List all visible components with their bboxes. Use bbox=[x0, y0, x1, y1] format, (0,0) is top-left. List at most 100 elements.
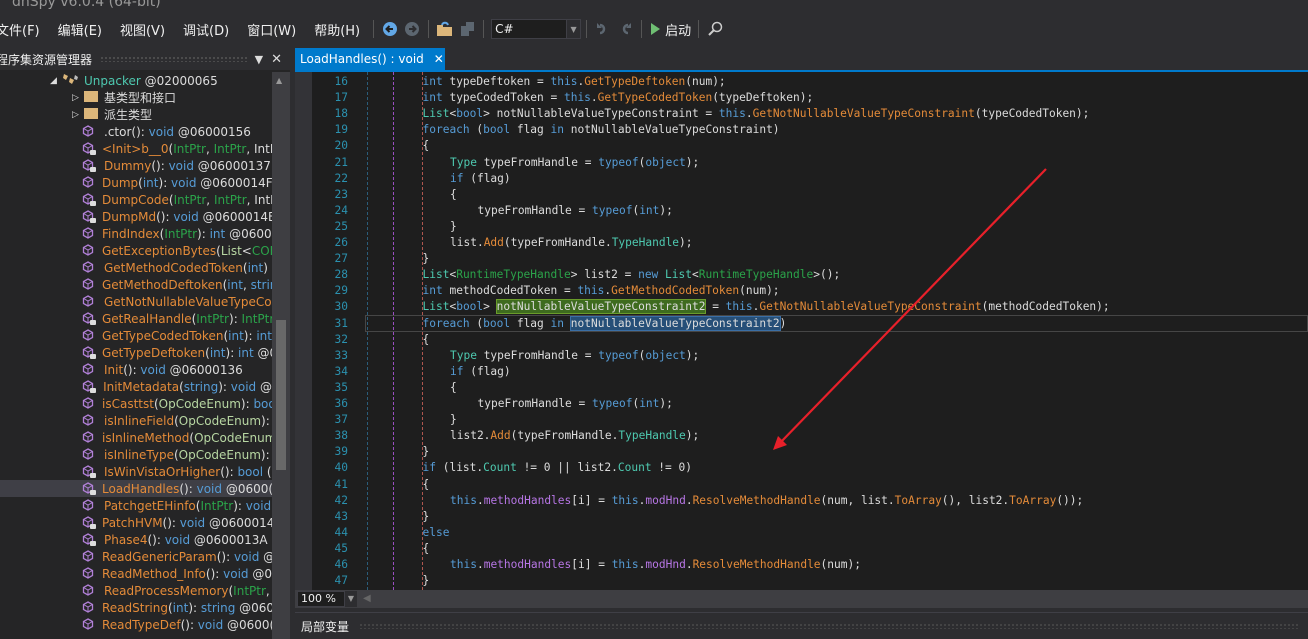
chevron-down-icon[interactable]: ▼ bbox=[566, 20, 581, 38]
code-line[interactable]: 21 Type typeFromHandle = typeof(object); bbox=[295, 155, 1308, 171]
menu-view[interactable]: 视图(V) bbox=[110, 20, 173, 39]
tree-member[interactable]: ReadTypeDef() : void @0600( bbox=[0, 616, 272, 633]
tree-member[interactable]: GetTypeCodedToken (int) : int bbox=[0, 327, 272, 344]
code-line[interactable]: 18 List<bool> notNullableValueTypeConstra… bbox=[295, 106, 1308, 122]
expanded-arrow-icon[interactable]: ◢ bbox=[50, 76, 62, 86]
menu-bar: 文件(F) 编辑(E) 视图(V) 调试(D) 窗口(W) 帮助(H) C# ▼… bbox=[0, 14, 1308, 44]
tree-folder[interactable]: ▷ 基类型和接口 bbox=[0, 89, 272, 106]
start-button[interactable]: 启动 bbox=[647, 18, 693, 40]
close-icon[interactable]: ✕ bbox=[271, 52, 282, 67]
language-select[interactable]: C# ▼ bbox=[491, 19, 582, 39]
back-icon[interactable] bbox=[379, 18, 401, 40]
code-line[interactable]: 33 Type typeFromHandle = typeof(object); bbox=[295, 348, 1308, 364]
code-line[interactable]: 23 { bbox=[295, 187, 1308, 203]
tree-member[interactable]: DumpMd() : void @0600014E bbox=[0, 208, 272, 225]
menu-file[interactable]: 文件(F) bbox=[0, 20, 48, 39]
scroll-left-icon[interactable]: ◀ bbox=[363, 593, 371, 604]
tree-member[interactable]: ReadString (int) : string @060 bbox=[0, 599, 272, 616]
tree-member[interactable]: FindIndex(IntPtr) : int @06000 bbox=[0, 225, 272, 242]
tab-loadhandles[interactable]: LoadHandles() : void ✕ bbox=[295, 48, 445, 70]
zoom-level[interactable]: 100 % bbox=[297, 591, 345, 607]
code-line[interactable]: 29 int methodCodedToken = this.GetMethodC… bbox=[295, 283, 1308, 299]
code-line[interactable]: 25} bbox=[295, 219, 1308, 235]
menu-debug[interactable]: 调试(D) bbox=[173, 20, 237, 39]
undo-icon[interactable] bbox=[592, 18, 614, 40]
code-line[interactable]: 46 this.methodHandles[i] = this.modHnd.Re… bbox=[295, 557, 1308, 573]
code-line[interactable]: 28 List<RuntimeTypeHandle> list2 = new Li… bbox=[295, 267, 1308, 283]
code-line[interactable]: 32 { bbox=[295, 332, 1308, 348]
tree-member[interactable]: Dump (int) : void @0600014F bbox=[0, 174, 272, 191]
code-line[interactable]: 27} bbox=[295, 251, 1308, 267]
code-line[interactable]: 26 list.Add(typeFromHandle.TypeHandle); bbox=[295, 235, 1308, 251]
save-all-icon[interactable] bbox=[456, 18, 478, 40]
code-line[interactable]: 31 foreach (bool flag in notNullableValue… bbox=[295, 315, 1308, 332]
code-line[interactable]: 35 { bbox=[295, 380, 1308, 396]
tree-member[interactable]: DumpCode(IntPtr, IntPtr, IntP bbox=[0, 191, 272, 208]
code-line[interactable]: 24 typeFromHandle = typeof(int); bbox=[295, 203, 1308, 219]
tree-member[interactable]: GetTypeDeftoken(int) : int @0 bbox=[0, 344, 272, 361]
code-line[interactable]: 39} bbox=[295, 444, 1308, 460]
tree-member[interactable]: ReadProcessMemory (IntPtr, bbox=[0, 582, 272, 599]
menu-edit[interactable]: 编辑(E) bbox=[48, 20, 110, 39]
code-line[interactable]: 43} bbox=[295, 509, 1308, 525]
tree-member[interactable]: isInlineField (OpCodeEnum) : bbox=[0, 412, 272, 429]
code-line[interactable]: 40 if (list.Count != 0 || list2.Count != … bbox=[295, 460, 1308, 476]
tree-member[interactable]: PatchgetEHinfo (IntPtr) : void bbox=[0, 497, 272, 514]
redo-icon[interactable] bbox=[614, 18, 636, 40]
code-line[interactable]: 16 int typeDeftoken = this.GetTypeDeftoke… bbox=[295, 74, 1308, 90]
tree-member[interactable]: Init() : void @06000136 bbox=[0, 361, 272, 378]
tree-member[interactable]: IsWinVistaOrHigher() : bool ( bbox=[0, 463, 272, 480]
collapsed-arrow-icon[interactable]: ▷ bbox=[72, 110, 84, 120]
folder-icon bbox=[84, 107, 104, 122]
code-line[interactable]: 45 { bbox=[295, 541, 1308, 557]
menu-window[interactable]: 窗口(W) bbox=[237, 20, 304, 39]
tree-member[interactable]: isInlineType (OpCodeEnum) : bbox=[0, 446, 272, 463]
close-icon[interactable]: ✕ bbox=[434, 52, 444, 66]
code-line[interactable]: 44 else bbox=[295, 525, 1308, 541]
tree-member[interactable]: .ctor() : void @06000156 bbox=[0, 123, 272, 140]
search-icon[interactable] bbox=[704, 18, 726, 40]
tree-member[interactable]: isCasttst(OpCodeEnum) : boo bbox=[0, 395, 272, 412]
panel-grip[interactable] bbox=[100, 56, 247, 62]
code-line[interactable]: 38 list2.Add(typeFromHandle.TypeHandle); bbox=[295, 428, 1308, 444]
menu-help[interactable]: 帮助(H) bbox=[304, 20, 368, 39]
code-line[interactable]: 19 foreach (bool flag in notNullableValue… bbox=[295, 122, 1308, 138]
lock-icon bbox=[90, 353, 96, 359]
open-folder-icon[interactable] bbox=[434, 18, 456, 40]
tree-member[interactable]: LoadHandles() : void @0600( bbox=[0, 480, 272, 497]
tree-member[interactable]: GetMethodCodedToken (int) bbox=[0, 259, 272, 276]
panel-dropdown-icon[interactable]: ▼ bbox=[255, 53, 263, 66]
tree-member[interactable]: Phase4() : void @0600013A bbox=[0, 531, 272, 548]
tree-member[interactable]: GetNotNullableValueTypeCo bbox=[0, 293, 272, 310]
tree-member[interactable]: Dummy() : void @06000137 bbox=[0, 157, 272, 174]
scrollbar-thumb[interactable] bbox=[276, 320, 286, 470]
code-line[interactable]: 37} bbox=[295, 412, 1308, 428]
code-line[interactable]: 30 List<bool> notNullableValueTypeConstra… bbox=[295, 299, 1308, 315]
code-line[interactable]: 17 int typeCodedToken = this.GetTypeCoded… bbox=[295, 90, 1308, 106]
tree-member[interactable]: GetMethodDeftoken(int, strin bbox=[0, 276, 272, 293]
tree-folder[interactable]: ▷ 派生类型 bbox=[0, 106, 272, 123]
tree-member[interactable]: PatchHVM() : void @0600014 bbox=[0, 514, 272, 531]
tree-member[interactable]: ReadMethod_Info() : void @0 bbox=[0, 565, 272, 582]
tree-scrollbar[interactable]: ▲ bbox=[272, 72, 290, 639]
tree-member[interactable]: ReadGenericParam() : void @ bbox=[0, 548, 272, 565]
forward-icon[interactable] bbox=[401, 18, 423, 40]
tree-member[interactable]: isInlineMethod (OpCodeEnum bbox=[0, 429, 272, 446]
code-line[interactable]: 22 if (flag) bbox=[295, 171, 1308, 187]
tree-member[interactable]: <Init>b__0(IntPtr, IntPtr, IntPt bbox=[0, 140, 272, 157]
tree-member[interactable]: InitMetadata (string) : void @ bbox=[0, 378, 272, 395]
code-line[interactable]: 36 typeFromHandle = typeof(int); bbox=[295, 396, 1308, 412]
panel-grip[interactable] bbox=[359, 623, 1298, 629]
chevron-down-icon[interactable]: ▼ bbox=[345, 591, 357, 607]
tree-member[interactable]: GetExceptionBytes(List<CORI bbox=[0, 242, 272, 259]
collapsed-arrow-icon[interactable]: ▷ bbox=[72, 93, 84, 103]
scroll-up-icon[interactable]: ▲ bbox=[276, 76, 282, 85]
code-line[interactable]: 20 { bbox=[295, 138, 1308, 154]
code-line[interactable]: 41 { bbox=[295, 477, 1308, 493]
code-line[interactable]: 34 if (flag) bbox=[295, 364, 1308, 380]
code-editor[interactable]: 16 int typeDeftoken = this.GetTypeDeftoke… bbox=[295, 72, 1308, 590]
tree-node-class[interactable]: ◢ Unpacker @02000065 bbox=[0, 72, 272, 89]
tree-member[interactable]: GetRealHandle (IntPtr) : IntPtr bbox=[0, 310, 272, 327]
code-line[interactable]: 47} bbox=[295, 573, 1308, 589]
code-line[interactable]: 42 this.methodHandles[i] = this.modHnd.Re… bbox=[295, 493, 1308, 509]
